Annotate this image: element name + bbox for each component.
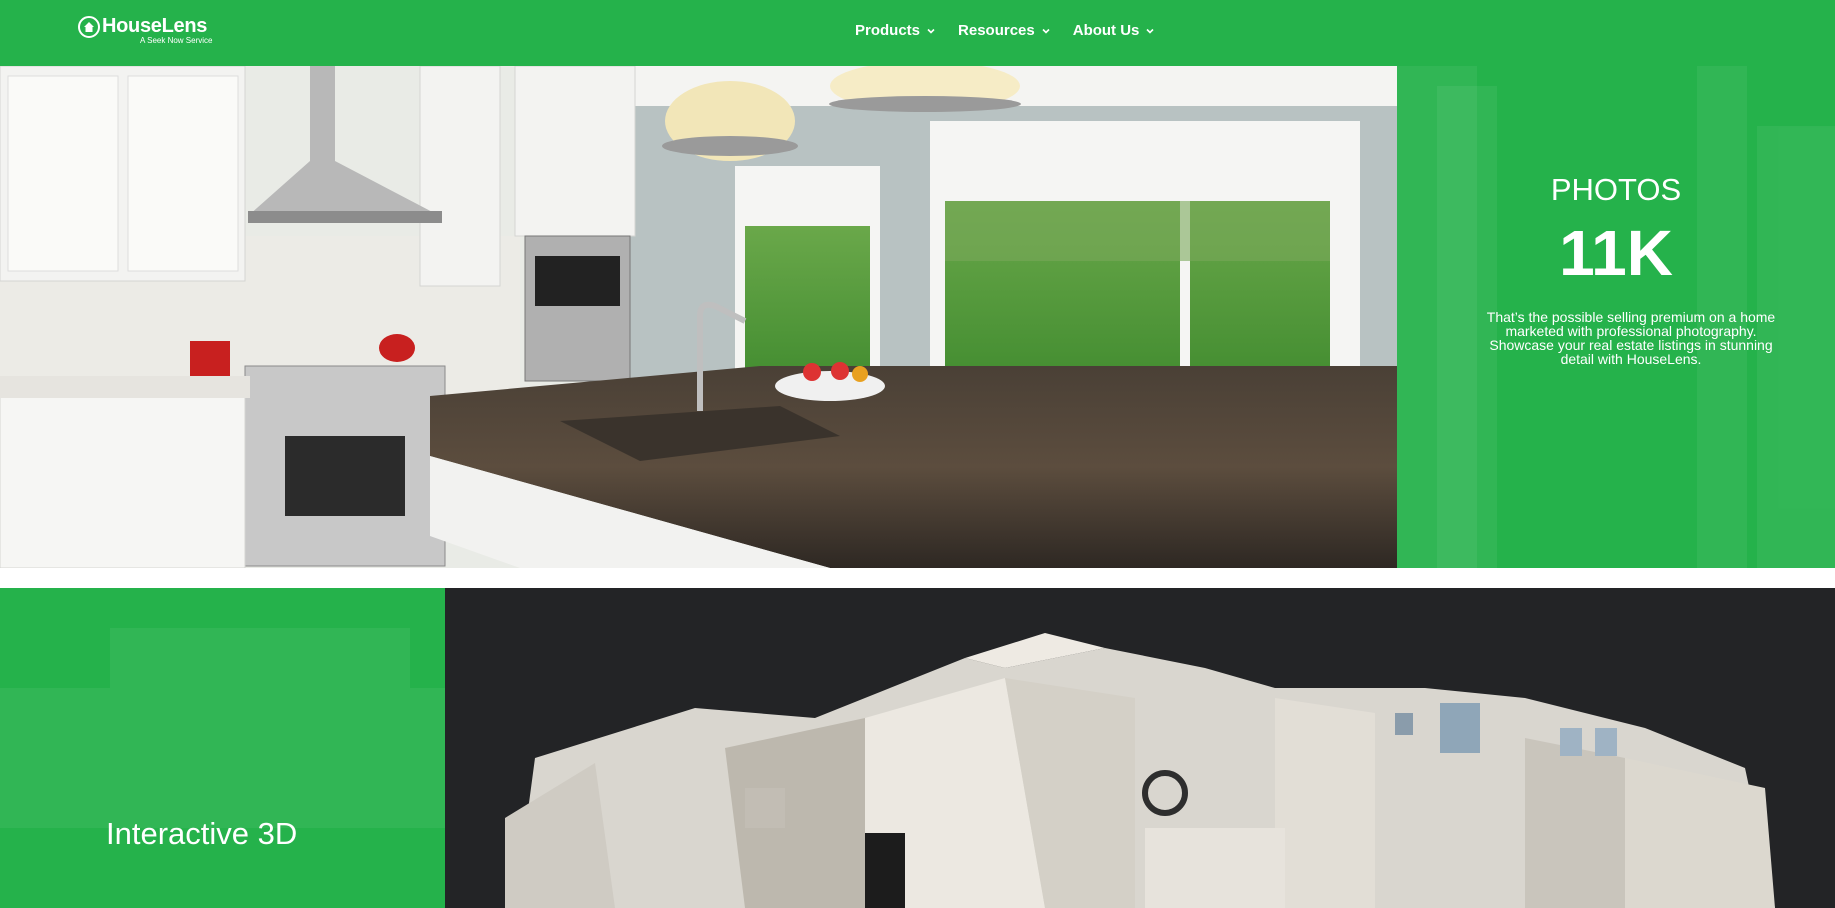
nav-label: Resources: [958, 22, 1035, 39]
chevron-down-icon: [1042, 28, 1050, 34]
building-silhouette: [0, 688, 445, 828]
houselens-logo[interactable]: HouseLens A Seek Now Service: [78, 15, 212, 45]
section-divider: [0, 568, 1835, 588]
photos-stat-value: 11K: [1559, 217, 1673, 289]
photos-title: PHOTOS: [1550, 172, 1682, 207]
nav-about-us[interactable]: About Us: [1073, 22, 1156, 39]
building-silhouette: [110, 628, 410, 688]
site-header: HouseLens A Seek Now Service Products Re…: [0, 0, 1835, 66]
chevron-down-icon: [1146, 28, 1154, 34]
photos-stat-panel: PHOTOS 11K That’s the possible selling p…: [1397, 66, 1835, 568]
photos-description: That’s the possible selling premium on a…: [1486, 309, 1776, 367]
nav-label: Products: [855, 22, 921, 39]
main-nav: Products Resources About Us: [855, 22, 1177, 39]
chevron-down-icon: [927, 28, 935, 34]
house-icon: [78, 15, 100, 38]
interactive-3d-title: Interactive 3D: [106, 816, 298, 851]
dollhouse-3d-view: [445, 588, 1835, 908]
nav-products[interactable]: Products: [855, 22, 936, 39]
brand-tagline: A Seek Now Service: [140, 36, 213, 45]
brand-name: HouseLens: [102, 15, 208, 37]
nav-label: About Us: [1072, 22, 1140, 39]
nav-resources[interactable]: Resources: [958, 22, 1051, 39]
kitchen-photo: [0, 66, 1397, 568]
interactive-3d-panel: Interactive 3D: [0, 588, 445, 908]
